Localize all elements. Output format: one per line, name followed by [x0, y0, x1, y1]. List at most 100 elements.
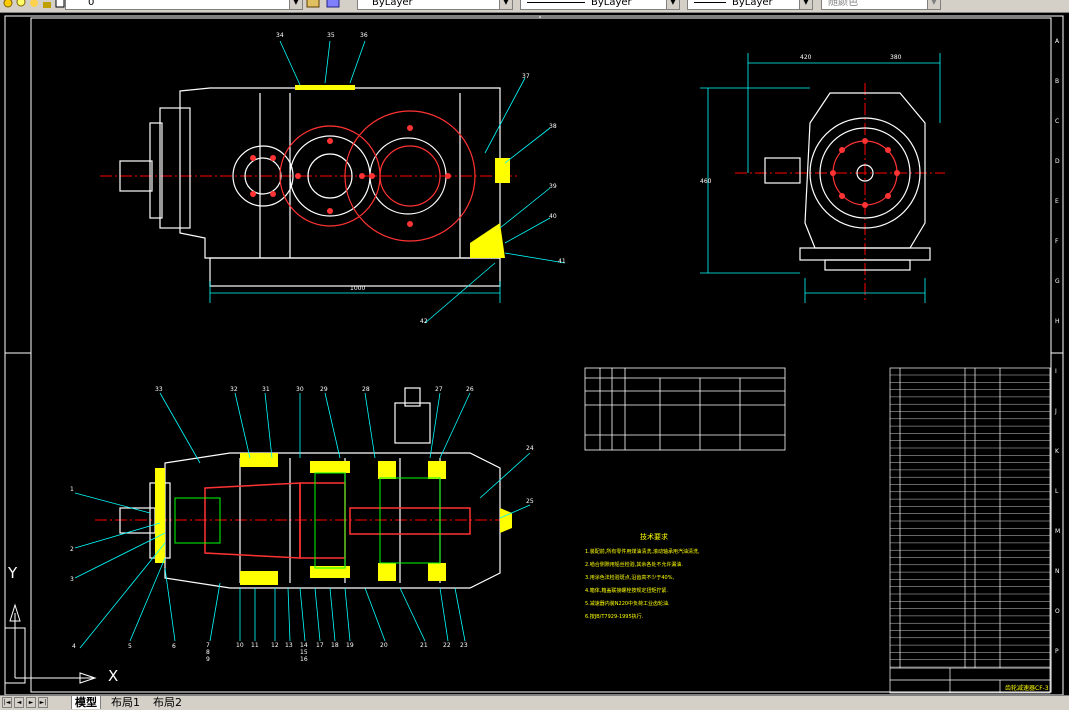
callout-26: 26 [466, 386, 474, 393]
lightbulb-icon[interactable] [15, 0, 27, 9]
callout-35: 35 [327, 32, 335, 39]
svg-text:O: O [1055, 608, 1060, 615]
callout-41: 41 [558, 258, 566, 265]
callout-14: 14 [300, 642, 308, 649]
previous-tab-button[interactable]: ◄ [14, 697, 24, 708]
lock-icon[interactable] [41, 0, 53, 9]
callout-7: 7 [206, 642, 210, 649]
tech-req-line-5: 5.减速器内装N220中负荷工业齿轮油. [585, 600, 670, 607]
callout-25: 25 [526, 498, 534, 505]
svg-text:G: G [1055, 278, 1060, 285]
side-view: 420 380 460 [700, 53, 945, 303]
plotstyle-value: 随颜色 [828, 0, 858, 8]
color-value: ByLayer [372, 0, 413, 8]
callout-19: 19 [346, 642, 354, 649]
layout-tab-bar: |◄ ◄ ► ►| 模型 布局1 布局2 [0, 695, 1069, 710]
svg-text:K: K [1055, 448, 1060, 455]
svg-text:E: E [1055, 198, 1059, 205]
title-block-text: 齿轮减速器 CF-3 [1005, 684, 1049, 692]
callout-6: 6 [172, 643, 176, 650]
plotstyle-dropdown[interactable]: 随颜色 ▼ [821, 0, 941, 10]
gear-parameter-table [584, 367, 786, 451]
tech-req-line-1: 1.装配前,所有零件用煤油清洗,滚动轴承用汽油清洗, [585, 548, 700, 555]
dim-height: 460 [700, 178, 712, 185]
svg-text:C: C [1055, 118, 1059, 125]
callout-32: 32 [230, 386, 238, 393]
tech-req-line-3: 3.用涂色法检验斑点,沿齿高不少于40%, [585, 574, 674, 581]
svg-text:P: P [1055, 648, 1059, 655]
section-view: 1 2 3 4 5 6 33 32 31 30 29 28 27 26 7 8 … [70, 386, 534, 663]
callout-38: 38 [549, 123, 557, 130]
callout-39: 39 [549, 183, 557, 190]
callout-15: 15 [300, 649, 308, 656]
chevron-down-icon[interactable]: ▼ [799, 0, 812, 9]
tech-req-title: 技术要求 [640, 532, 668, 541]
technical-requirements: 技术要求 1.装配前,所有零件用煤油清洗,滚动轴承用汽油清洗, 2.啮合侧隙用铅… [585, 532, 700, 620]
callout-27: 27 [435, 386, 443, 393]
ucs-labels: Y X [7, 564, 118, 685]
svg-text:L: L [1055, 488, 1059, 495]
callout-1: 1 [70, 486, 74, 493]
tab-layout2[interactable]: 布局2 [150, 696, 185, 709]
svg-text:N: N [1055, 568, 1060, 575]
callout-22: 22 [443, 642, 451, 649]
callout-30: 30 [296, 386, 304, 393]
dim-top-left: 420 [800, 54, 812, 61]
linetype-value: ByLayer [591, 0, 632, 8]
layer-dropdown[interactable]: 0 ▼ [65, 0, 303, 10]
layer-previous-icon[interactable] [326, 0, 342, 9]
callout-16: 16 [300, 656, 308, 663]
color-dropdown[interactable]: ByLayer ▼ [357, 0, 513, 10]
tech-req-line-6: 6.按JB/T7929-1995执行. [585, 613, 644, 620]
next-tab-button[interactable]: ► [26, 697, 36, 708]
callout-33: 33 [155, 386, 163, 393]
sun-freeze-icon[interactable] [28, 0, 40, 9]
lineweight-value: ByLayer [732, 0, 773, 8]
front-view: 34 35 36 37 38 39 40 41 42 1000 [100, 32, 566, 325]
title-block-code: CF-3 [1035, 685, 1049, 692]
callout-10: 10 [236, 642, 244, 649]
callout-11: 11 [251, 642, 259, 649]
chevron-down-icon[interactable]: ▼ [927, 0, 940, 9]
callout-12: 12 [271, 642, 279, 649]
ucs-y-label: Y [7, 564, 18, 582]
chevron-down-icon[interactable]: ▼ [499, 0, 512, 9]
tech-req-line-2: 2.啮合侧隙用铅丝检验,其余各处不允许漏油. [585, 561, 683, 568]
callout-9: 9 [206, 656, 210, 663]
chevron-down-icon[interactable]: ▼ [289, 0, 302, 9]
svg-text:F: F [1055, 238, 1059, 245]
lineweight-dropdown[interactable]: ByLayer ▼ [687, 0, 813, 10]
ucs-icon [4, 603, 97, 684]
layer-value: 0 [88, 0, 95, 8]
callout-8: 8 [206, 649, 210, 656]
callout-37: 37 [522, 73, 530, 80]
callout-20: 20 [380, 642, 388, 649]
svg-text:M: M [1055, 528, 1060, 535]
callout-29: 29 [320, 386, 328, 393]
drawing-canvas[interactable]: ABC DEF GHI JKL MNO P 34 35 36 37 38 39 … [0, 13, 1069, 695]
layer-state-icon[interactable] [2, 0, 14, 9]
last-tab-button[interactable]: ►| [38, 697, 48, 708]
callout-23: 23 [460, 642, 468, 649]
callout-3: 3 [70, 576, 74, 583]
callout-13: 13 [285, 642, 293, 649]
callout-42: 42 [420, 318, 428, 325]
drawing-frame [4, 15, 1064, 695]
callout-28: 28 [362, 386, 370, 393]
tab-model[interactable]: 模型 [71, 696, 101, 709]
callout-18: 18 [331, 642, 339, 649]
callout-5: 5 [128, 643, 132, 650]
first-tab-button[interactable]: |◄ [2, 697, 12, 708]
tab-layout1[interactable]: 布局1 [108, 696, 143, 709]
dim-top-right: 380 [890, 54, 902, 61]
make-layer-current-icon[interactable] [306, 0, 322, 9]
callout-40: 40 [549, 213, 557, 220]
callout-36: 36 [360, 32, 368, 39]
dim-overall-length: 1000 [350, 285, 365, 292]
svg-text:H: H [1055, 318, 1060, 325]
tech-req-line-4: 4.箱体,箱盖联接螺栓按规定扭矩拧紧. [585, 587, 668, 594]
callout-31: 31 [262, 386, 270, 393]
linetype-dropdown[interactable]: ByLayer ▼ [520, 0, 680, 10]
chevron-down-icon[interactable]: ▼ [666, 0, 679, 9]
callout-24: 24 [526, 445, 534, 452]
